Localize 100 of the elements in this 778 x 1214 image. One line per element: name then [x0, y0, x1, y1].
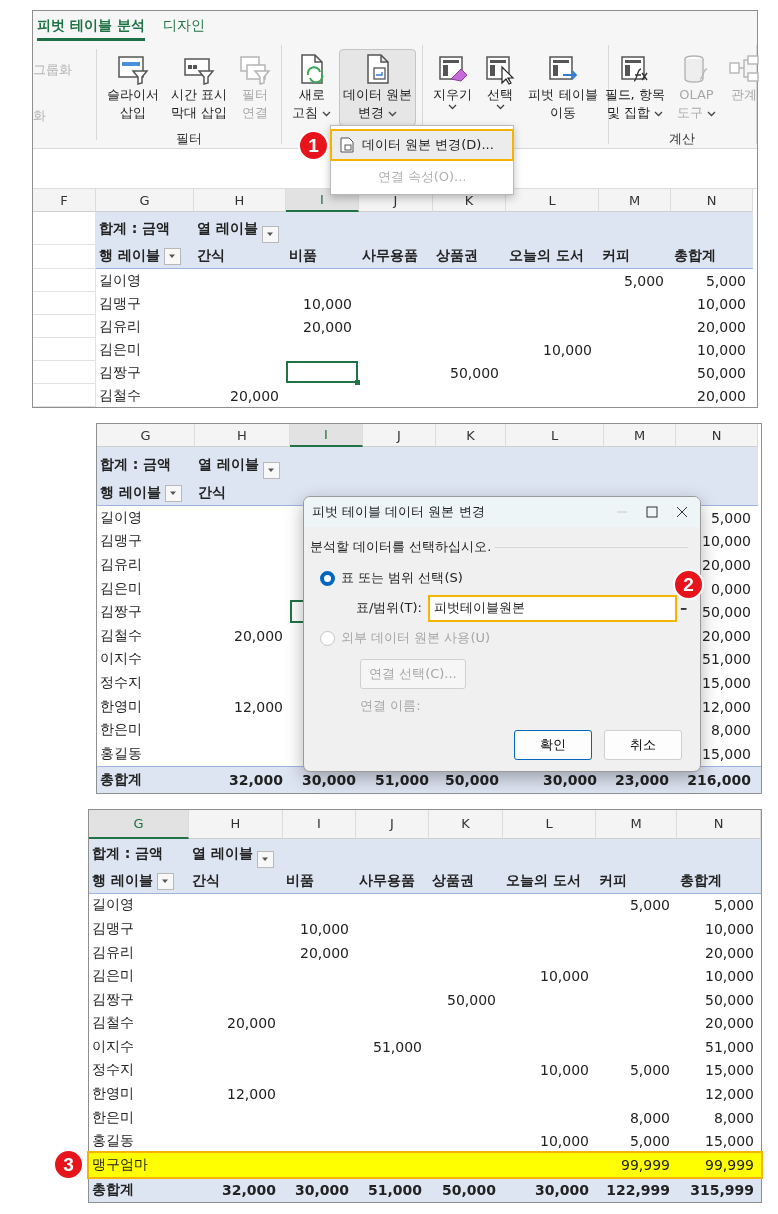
filter-button[interactable] — [262, 462, 280, 479]
table-cell: 5,000 — [710, 509, 751, 526]
column-header[interactable]: M — [596, 809, 677, 839]
column-header[interactable]: N — [671, 189, 753, 212]
header-label: 행 레이블 — [100, 484, 161, 502]
column-header[interactable]: L — [503, 809, 596, 839]
maximize-icon[interactable] — [646, 506, 658, 518]
table-cell: 23,000 — [614, 771, 669, 788]
column-header[interactable]: F — [33, 189, 96, 212]
column-header[interactable]: K — [436, 424, 506, 447]
field-label: 연결 이름: — [360, 697, 422, 715]
caret-icon — [495, 104, 505, 110]
header-cell: 총합계 — [677, 868, 761, 894]
ok-button[interactable]: 확인 — [514, 730, 592, 760]
table-cell-text: 길이영 — [99, 507, 143, 527]
column-header[interactable]: H — [195, 424, 290, 447]
header-label: 열 레이블 — [198, 455, 259, 474]
caret-icon — [388, 111, 398, 117]
table-cell: 5,000 — [713, 897, 754, 914]
table-cell: 12,000 — [702, 698, 751, 715]
column-header[interactable]: M — [604, 424, 676, 447]
header-cell: 사무용품 — [359, 245, 433, 269]
table-cell: 51,000 — [702, 651, 751, 668]
range-field[interactable]: 피벗테이블원본 — [427, 594, 677, 622]
eraser-icon — [436, 53, 469, 85]
header-cell: 오늘의 도서 — [506, 245, 599, 269]
filter-button[interactable] — [163, 248, 181, 265]
column-header[interactable]: L — [506, 424, 604, 447]
header-cell: 합계 : 금액 — [96, 212, 194, 245]
table-cell: 10,000 — [303, 295, 352, 312]
table-cell-text: 김짱구 — [99, 602, 143, 622]
column-header[interactable]: G — [97, 424, 195, 447]
close-icon[interactable] — [676, 506, 688, 518]
table-cell: 10,000 — [705, 920, 754, 937]
column-header[interactable]: I — [290, 424, 363, 447]
ribbon-button[interactable]: 시간 표시 막대 삽입 — [167, 49, 232, 126]
caret-icon — [448, 104, 458, 110]
header-cell: 비품 — [286, 245, 359, 269]
table-cell-text: 한영미 — [91, 1084, 135, 1104]
column-header[interactable]: N — [677, 809, 761, 839]
cancel-button[interactable]: 취소 — [604, 730, 682, 760]
filter-button[interactable] — [261, 226, 279, 243]
radio-button[interactable] — [320, 570, 335, 586]
column-header[interactable]: L — [506, 189, 599, 212]
table-cell: 216,000 — [687, 771, 751, 788]
ribbon-button[interactable]: 필드, 항목 및 집합 — [600, 49, 669, 126]
table-cell: 20,000 — [702, 557, 751, 573]
column-header[interactable]: H — [194, 189, 286, 212]
document-icon — [340, 137, 354, 153]
column-header[interactable]: H — [189, 809, 283, 839]
table-cell: 5,000 — [629, 1062, 670, 1079]
table-cell-text: 홍길동 — [99, 743, 143, 763]
grid-cell — [33, 269, 96, 292]
table-cell: 51,000 — [374, 771, 429, 788]
column-header[interactable]: I — [283, 809, 356, 839]
table-cell: 50,000 — [447, 991, 496, 1008]
header-label: 행 레이블 — [92, 871, 153, 890]
menu-item[interactable]: 데이터 원본 변경(D)... — [330, 129, 514, 161]
header-cell: 커피 — [599, 245, 671, 269]
column-header[interactable]: M — [599, 189, 671, 212]
selected-cell[interactable] — [286, 361, 358, 383]
table-cell: 32,000 — [228, 771, 283, 788]
table-cell: 10,000 — [705, 968, 754, 985]
table-cell: 30,000 — [534, 1181, 589, 1198]
ribbon-tab[interactable]: 디자인 — [162, 17, 205, 41]
table-cell-text: 김철수 — [91, 1013, 135, 1033]
table-cell-text: 홍길동 — [91, 1131, 135, 1151]
column-header[interactable]: G — [96, 189, 194, 212]
grid-cell — [33, 361, 96, 384]
table-cell-text: 한은미 — [91, 1107, 135, 1127]
table-cell-text: 김짱구 — [91, 989, 135, 1009]
header-cell: 합계 : 금액 — [89, 838, 189, 869]
caret-icon — [267, 468, 276, 473]
ribbon-button[interactable]: 지우기 — [429, 49, 477, 115]
column-header[interactable]: K — [429, 809, 503, 839]
ribbon-button[interactable]: 데이터 원본 변경 — [339, 49, 417, 126]
ribbon-button[interactable]: 선택 — [480, 49, 521, 115]
table-cell: 20,000 — [697, 318, 746, 335]
ribbon-button[interactable]: 새로 고침 — [288, 49, 336, 126]
column-header[interactable]: N — [676, 424, 758, 447]
table-cell-text: 정수지 — [91, 1060, 135, 1080]
ribbon-button[interactable]: 슬라이서 삽입 — [103, 49, 163, 126]
option-label: 표 또는 범위 선택(S) — [341, 569, 463, 587]
table-cell: 5,000 — [629, 1133, 670, 1150]
table-cell: 5,000 — [705, 272, 746, 289]
table-cell: 20,000 — [705, 1015, 754, 1032]
table-cell: 50,000 — [697, 364, 746, 381]
filter-button[interactable] — [164, 485, 182, 502]
table-cell: 15,000 — [705, 1133, 754, 1150]
column-header[interactable]: J — [363, 424, 436, 447]
filter-button[interactable] — [256, 851, 274, 869]
column-header[interactable]: J — [356, 809, 429, 839]
table-cell: 8,000 — [629, 1109, 670, 1126]
window-title: 피벗 테이블 데이터 원본 변경 — [312, 503, 486, 521]
ribbon-button[interactable]: 피벗 테이블 이동 — [524, 49, 602, 126]
filter-button[interactable] — [156, 872, 174, 890]
table-cell-text: 이지수 — [99, 649, 143, 669]
header-label: 행 레이블 — [99, 247, 160, 265]
column-header[interactable]: G — [89, 809, 189, 839]
grid-cell — [33, 384, 96, 407]
